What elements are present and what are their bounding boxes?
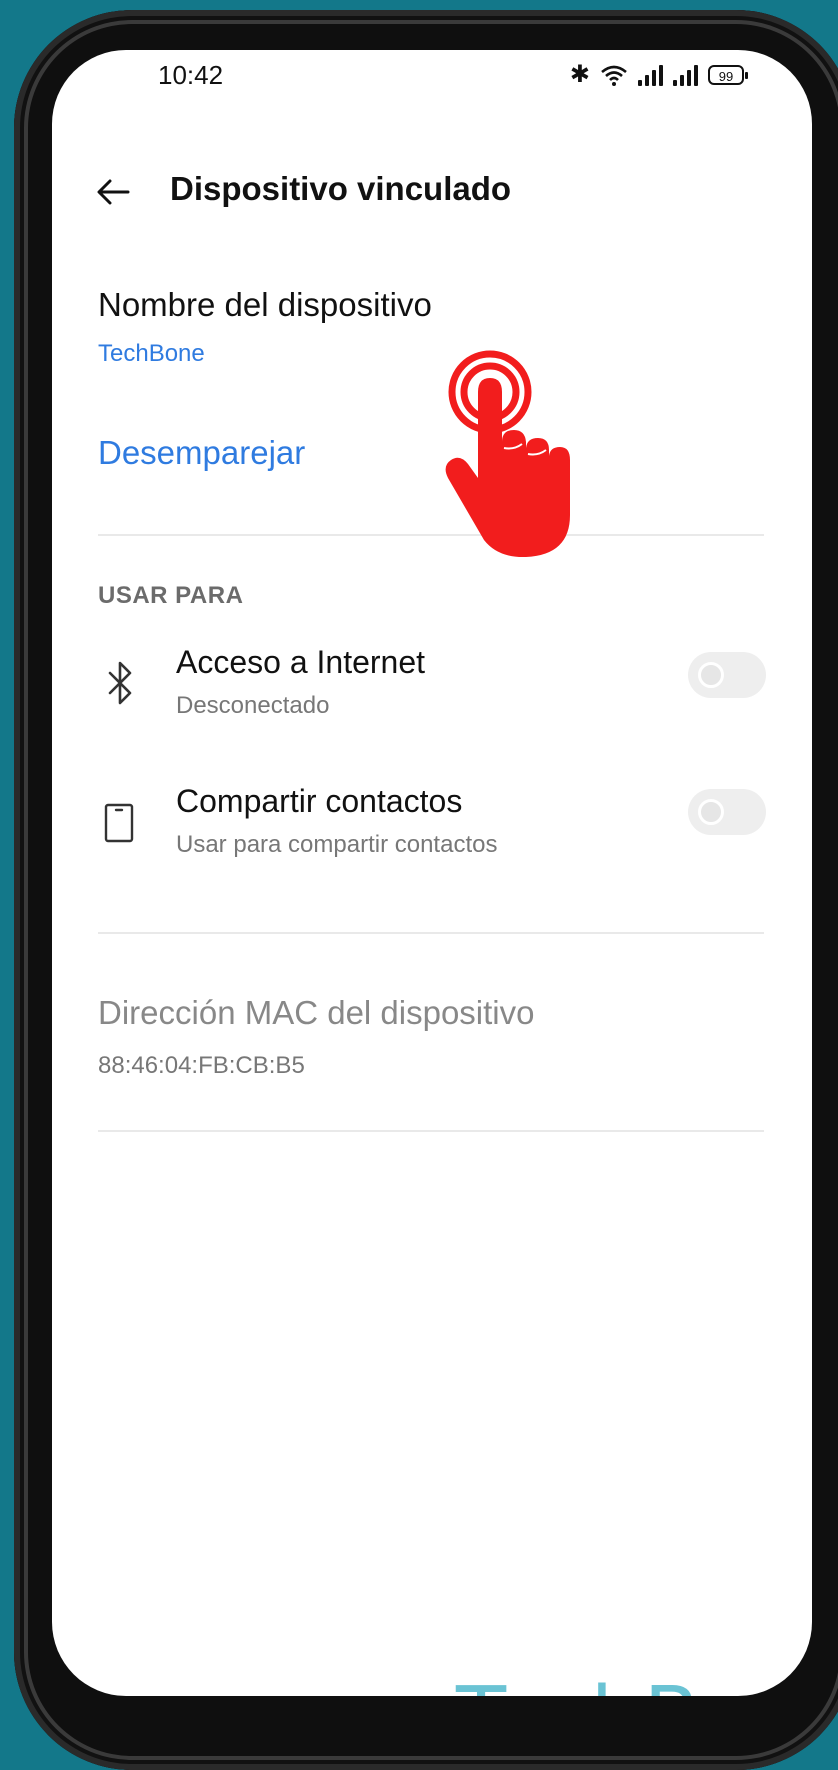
internet-access-row[interactable]: Acceso a Internet Desconectado — [52, 644, 812, 744]
bluetooth-icon — [108, 661, 132, 705]
signal-icon — [673, 64, 698, 86]
toggle-knob — [698, 662, 724, 688]
watermark-logo: TechBone — [456, 1670, 812, 1696]
back-arrow-icon[interactable] — [94, 172, 134, 212]
status-bar: 10:42 ✱ 99 — [52, 50, 812, 130]
status-icons: ✱ 99 — [569, 60, 748, 89]
divider — [98, 932, 764, 934]
battery-icon: 99 — [708, 64, 748, 85]
device-name-label: Nombre del dispositivo — [98, 286, 432, 323]
section-label-use-for: USAR PARA — [98, 582, 244, 609]
mac-address-label: Dirección MAC del dispositivo — [98, 994, 535, 1031]
internet-access-title: Acceso a Internet — [176, 644, 426, 680]
share-contacts-title: Compartir contactos — [176, 783, 463, 819]
page-title: Dispositivo vinculado — [170, 170, 512, 207]
phone-icon — [104, 803, 134, 843]
bluetooth-icon: ✱ — [569, 61, 590, 88]
internet-access-toggle[interactable] — [688, 652, 766, 698]
toggle-knob — [698, 799, 724, 825]
internet-access-status: Desconectado — [176, 692, 330, 719]
status-time: 10:42 — [158, 60, 224, 90]
share-contacts-subtitle: Usar para compartir contactos — [176, 831, 498, 858]
device-name-value: TechBone — [98, 340, 205, 367]
divider — [98, 534, 764, 536]
signal-icon — [638, 64, 663, 86]
mac-address-value: 88:46:04:FB:CB:B5 — [98, 1052, 305, 1079]
share-contacts-toggle[interactable] — [688, 789, 766, 835]
unpair-button[interactable]: Desemparejar — [98, 434, 305, 472]
wifi-icon — [601, 65, 627, 86]
phone-screen: 10:42 ✱ 99 Dispositivo vinculado Nombre … — [52, 50, 812, 1696]
app-header: Dispositivo vinculado — [52, 158, 812, 228]
tap-hand-icon — [445, 350, 570, 558]
divider — [98, 1130, 764, 1132]
share-contacts-row[interactable]: Compartir contactos Usar para compartir … — [52, 783, 812, 883]
